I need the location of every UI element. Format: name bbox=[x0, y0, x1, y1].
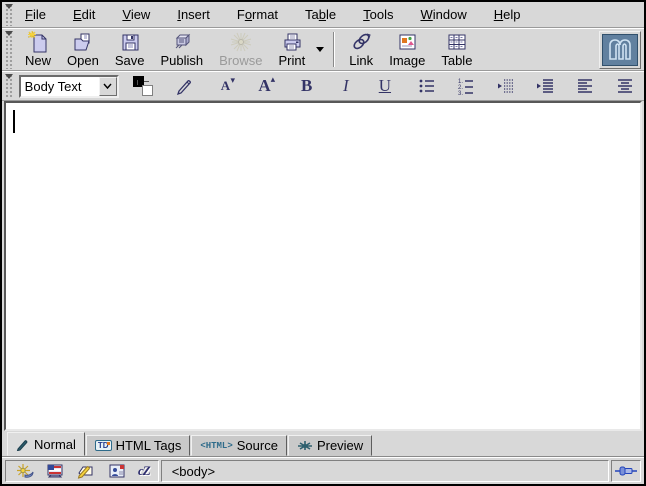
normal-pen-icon bbox=[16, 438, 30, 451]
bullet-list-icon bbox=[417, 77, 437, 95]
menu-edit[interactable]: Edit bbox=[65, 4, 103, 25]
component-bar: cZ bbox=[5, 460, 159, 482]
indent-icon bbox=[535, 77, 555, 95]
open-button[interactable]: Open bbox=[59, 30, 107, 70]
format-toolbar-grippy[interactable] bbox=[4, 73, 14, 99]
menu-help[interactable]: Help bbox=[486, 4, 529, 25]
main-toolbar-grippy[interactable] bbox=[4, 30, 14, 69]
arrow-up-icon: ▴ bbox=[271, 75, 276, 84]
decrease-font-button[interactable]: A ▾ bbox=[211, 73, 240, 99]
highlight-color-button[interactable] bbox=[171, 73, 200, 99]
outdent-button[interactable] bbox=[492, 73, 521, 99]
menu-insert[interactable]: Insert bbox=[169, 4, 218, 25]
arrow-down-icon: ▾ bbox=[230, 76, 235, 85]
menu-view[interactable]: View bbox=[114, 4, 158, 25]
menubar: File Edit View Insert Format Table Tools… bbox=[2, 2, 644, 28]
composer-icon[interactable] bbox=[76, 463, 96, 479]
status-text: <body> bbox=[172, 464, 215, 479]
italic-button[interactable]: I bbox=[331, 73, 360, 99]
publish-icon bbox=[170, 31, 194, 53]
new-page-icon bbox=[26, 31, 50, 53]
menu-file[interactable]: File bbox=[17, 4, 54, 25]
align-center-icon bbox=[615, 77, 635, 95]
save-floppy-icon bbox=[118, 31, 142, 53]
chevron-down-icon bbox=[316, 47, 324, 52]
align-left-button[interactable] bbox=[571, 73, 600, 99]
indent-button[interactable] bbox=[531, 73, 560, 99]
html-source-icon: <HTML> bbox=[200, 441, 232, 451]
image-picture-icon bbox=[395, 31, 419, 53]
svg-text:3.: 3. bbox=[458, 91, 463, 95]
paragraph-style-value: Body Text bbox=[21, 79, 99, 94]
open-folder-icon bbox=[71, 31, 95, 53]
numbered-list-button[interactable]: 1. 2. 3. bbox=[452, 73, 481, 99]
format-toolbar: Body Text A ▾ A ▴ bbox=[2, 71, 644, 101]
numbered-list-icon: 1. 2. 3. bbox=[456, 77, 476, 95]
main-toolbar: New Open bbox=[2, 28, 644, 71]
navigator-icon[interactable] bbox=[14, 463, 34, 479]
menu-window[interactable]: Window bbox=[413, 4, 475, 25]
tab-html-tags[interactable]: TD HTML Tags bbox=[86, 435, 190, 456]
tab-preview[interactable]: Preview bbox=[288, 435, 372, 456]
toolbar-separator bbox=[333, 32, 335, 67]
link-chain-icon bbox=[349, 31, 373, 53]
menu-table[interactable]: Table bbox=[297, 4, 344, 25]
tab-source[interactable]: <HTML> Source bbox=[191, 435, 287, 456]
composer-window: File Edit View Insert Format Table Tools… bbox=[0, 0, 646, 486]
publish-button[interactable]: Publish bbox=[152, 30, 211, 70]
menubar-grippy[interactable] bbox=[4, 3, 14, 26]
text-color-picker[interactable] bbox=[129, 73, 158, 99]
increase-font-button[interactable]: A ▴ bbox=[250, 73, 279, 99]
paragraph-style-select[interactable]: Body Text bbox=[19, 75, 119, 98]
background-color-swatch bbox=[142, 85, 153, 96]
edit-mode-tabbar: Normal TD HTML Tags <HTML> Source Previe… bbox=[2, 431, 644, 457]
browse-sparkle-icon bbox=[229, 31, 253, 53]
editor-canvas[interactable] bbox=[4, 101, 642, 431]
new-button[interactable]: New bbox=[17, 30, 59, 70]
chatzilla-icon[interactable]: cZ bbox=[138, 463, 150, 479]
chevron-down-icon bbox=[99, 77, 117, 96]
online-plug-icon bbox=[614, 465, 638, 477]
text-caret bbox=[13, 110, 15, 133]
table-grid-icon bbox=[445, 31, 469, 53]
mozilla-throbber[interactable] bbox=[599, 31, 641, 69]
status-bar: cZ <body> bbox=[2, 457, 644, 484]
tab-normal[interactable]: Normal bbox=[7, 432, 85, 456]
address-book-icon[interactable] bbox=[107, 463, 127, 479]
online-status-indicator[interactable] bbox=[611, 460, 641, 482]
status-message-area: <body> bbox=[161, 460, 609, 482]
align-center-button[interactable] bbox=[610, 73, 639, 99]
highlighter-pen-icon bbox=[175, 77, 195, 95]
underline-button[interactable]: U bbox=[370, 73, 399, 99]
mail-icon[interactable] bbox=[45, 463, 65, 479]
menu-format[interactable]: Format bbox=[229, 4, 286, 25]
align-left-icon bbox=[575, 77, 595, 95]
menu-tools[interactable]: Tools bbox=[355, 4, 401, 25]
printer-icon bbox=[280, 31, 304, 53]
bullet-list-button[interactable] bbox=[412, 73, 441, 99]
link-button[interactable]: Link bbox=[341, 30, 381, 70]
print-button[interactable]: Print bbox=[270, 30, 313, 70]
color-swatches-icon bbox=[133, 76, 153, 96]
bold-button[interactable]: B bbox=[292, 73, 321, 99]
outdent-icon bbox=[496, 77, 516, 95]
browse-button[interactable]: Browse bbox=[211, 30, 270, 70]
table-button[interactable]: Table bbox=[433, 30, 480, 70]
td-tag-icon: TD bbox=[95, 440, 112, 451]
image-button[interactable]: Image bbox=[381, 30, 433, 70]
mozilla-m-logo bbox=[602, 34, 638, 66]
preview-mozilla-icon bbox=[297, 439, 313, 452]
save-button[interactable]: Save bbox=[107, 30, 153, 70]
print-dropdown-arrow[interactable] bbox=[313, 30, 327, 70]
